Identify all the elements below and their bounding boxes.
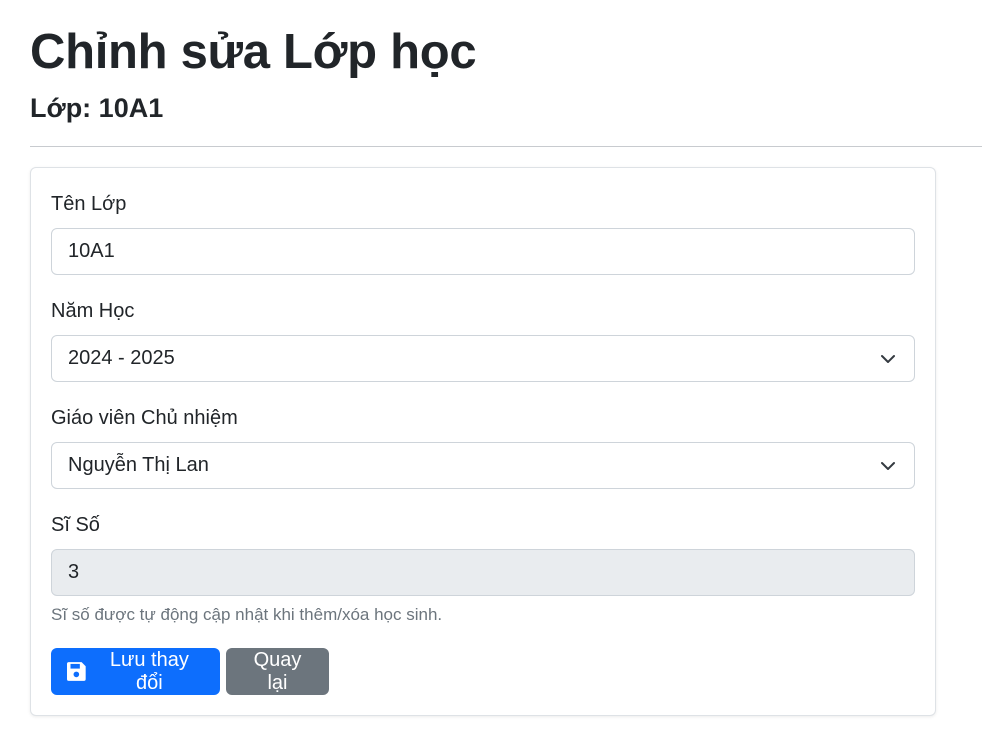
chevron-down-icon xyxy=(881,462,895,470)
homeroom-teacher-selected: Nguyễn Thị Lan xyxy=(68,454,209,476)
divider xyxy=(30,146,982,147)
homeroom-teacher-select[interactable]: Nguyễn Thị Lan xyxy=(51,442,915,489)
class-name-input[interactable]: 10A1 xyxy=(51,228,915,275)
save-changes-button[interactable]: Lưu thay đổi xyxy=(51,648,220,695)
class-name-value: 10A1 xyxy=(68,240,115,262)
class-size-input: 3 xyxy=(51,549,915,596)
school-year-label: Năm Học xyxy=(51,300,135,322)
class-size-value: 3 xyxy=(68,561,80,583)
homeroom-teacher-group: Giáo viên Chủ nhiệm Nguyễn Thị Lan xyxy=(51,406,915,489)
class-name-group: Tên Lớp 10A1 xyxy=(51,192,915,275)
page-subtitle: Lớp: 10A1 xyxy=(30,93,164,123)
back-label: Quay lại xyxy=(253,648,302,694)
chevron-down-icon xyxy=(881,355,895,363)
school-year-selected: 2024 - 2025 xyxy=(68,347,175,369)
form-actions: Lưu thay đổi Quay lại xyxy=(51,648,329,695)
school-year-select[interactable]: 2024 - 2025 xyxy=(51,335,915,382)
class-name-label: Tên Lớp xyxy=(51,193,127,215)
homeroom-teacher-label: Giáo viên Chủ nhiệm xyxy=(51,407,238,429)
page-title: Chỉnh sửa Lớp học xyxy=(30,25,477,79)
school-year-group: Năm Học 2024 - 2025 xyxy=(51,299,915,382)
class-size-group: Sĩ Số 3 Sĩ số được tự động cập nhật khi … xyxy=(51,513,915,626)
edit-class-form: Tên Lớp 10A1 Năm Học 2024 - 2025 Giáo vi… xyxy=(30,167,936,716)
edit-class-page: Chỉnh sửa Lớp học Lớp: 10A1 Tên Lớp 10A1… xyxy=(0,0,982,750)
class-size-help-text: Sĩ số được tự động cập nhật khi thêm/xóa… xyxy=(51,605,443,624)
class-size-label: Sĩ Số xyxy=(51,514,100,536)
save-changes-label: Lưu thay đổi xyxy=(109,648,189,694)
back-button[interactable]: Quay lại xyxy=(226,648,329,695)
floppy-disk-icon xyxy=(67,662,86,681)
